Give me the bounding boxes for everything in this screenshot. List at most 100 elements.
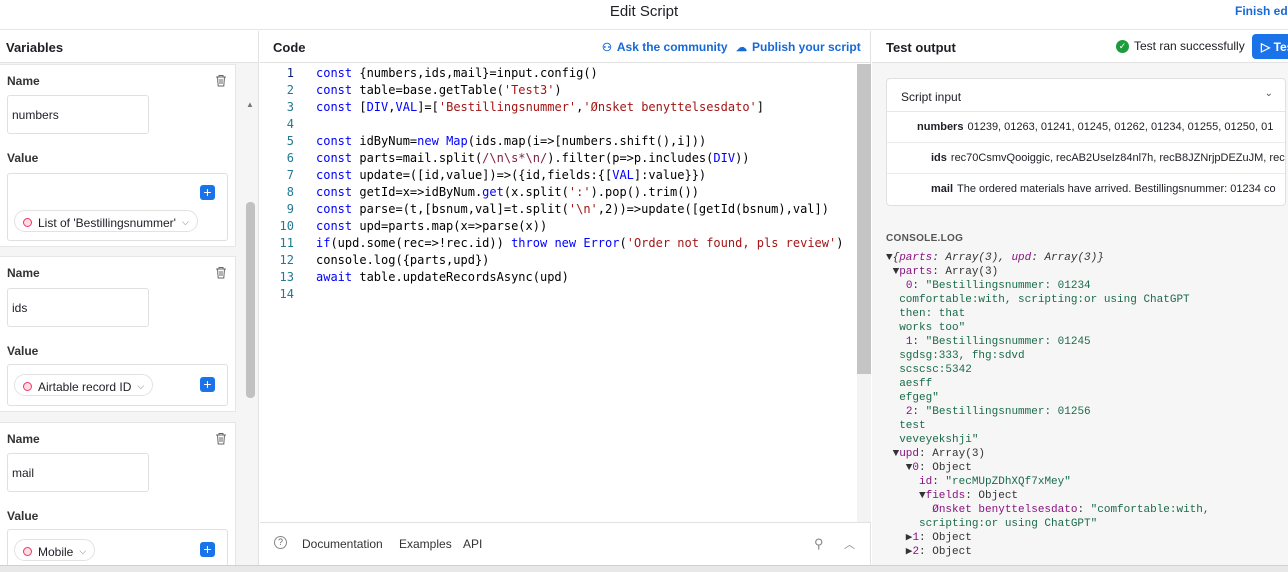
variable-value-field[interactable]: + Mobile ⌵ (7, 529, 228, 565)
documentation-tab[interactable]: Documentation (302, 537, 383, 551)
input-value: The ordered materials have arrived. Best… (957, 183, 1276, 195)
code-line[interactable]: const idByNum=new Map(ids.map(i=>[number… (316, 134, 706, 148)
input-key: mail (931, 183, 954, 195)
finish-editing-button[interactable]: Finish editing (1235, 4, 1288, 18)
code-panel: Code ⚇ Ask the community ☁ Publish your sc… (260, 31, 871, 565)
value-label: Value (7, 509, 39, 523)
script-input-row: ids rec70CsmvQooiggic, recAB2UseIz84nl7h,… (887, 143, 1285, 174)
variable-name-input[interactable]: numbers (7, 95, 149, 134)
script-input-row: numbers 01239, 01263, 01241, 01245, 01262… (887, 112, 1285, 143)
scroll-up-icon[interactable]: ▲ (246, 100, 254, 109)
trash-icon[interactable] (215, 74, 227, 87)
code-line[interactable]: const update=([id,value])=>({id,fields:{… (316, 168, 706, 182)
variable-name-input[interactable]: ids (7, 288, 149, 327)
variable-card: Name ids Value + Airtable record ID ⌵ (0, 256, 236, 412)
bottom-bar (0, 565, 1288, 572)
test-output-panel: Test output ✓ Test ran successfully ▷ Te… (872, 31, 1288, 565)
line-number: 10 (279, 219, 294, 233)
line-number: 4 (286, 117, 294, 131)
publish-script-link[interactable]: ☁ Publish your script (736, 40, 861, 54)
variable-value-field[interactable]: + List of 'Bestillingsnummer' ⌵ (7, 173, 228, 241)
status-badge: ✓ Test ran successfully (1116, 39, 1245, 53)
value-token[interactable]: Mobile ⌵ (14, 539, 96, 561)
value-label: Value (7, 344, 39, 358)
code-line[interactable]: console.log({parts,upd}) (316, 253, 489, 267)
search-icon[interactable]: ⚲ (814, 536, 824, 552)
test-output-title: Test output (886, 40, 956, 55)
value-token[interactable]: List of 'Bestillingsnummer' ⌵ (14, 210, 198, 232)
script-input-row: mail The ordered materials have arrived. … (887, 174, 1285, 205)
line-number: 7 (286, 168, 294, 182)
input-key: numbers (917, 121, 964, 133)
line-number: 5 (286, 134, 294, 148)
publish-icon: ☁ (736, 42, 747, 54)
code-line[interactable]: const [DIV,VAL]=['Bestillingsnummer','Øn… (316, 100, 764, 114)
help-icon[interactable]: ? (274, 536, 287, 549)
code-line[interactable]: const upd=parts.map(x=>parse(x)) (316, 219, 547, 233)
line-number: 14 (279, 287, 294, 301)
input-value: rec70CsmvQooiggic, recAB2UseIz84nl7h, re… (950, 152, 1285, 164)
check-icon: ✓ (1116, 39, 1129, 53)
code-line[interactable]: const parts=mail.split(/\n\s*\n/).filter… (316, 151, 750, 165)
top-bar: Edit Script Finish editing (0, 0, 1288, 30)
script-input-section: Script input ⌄ numbers 01239, 01263, 0124… (886, 78, 1286, 206)
name-label: Name (7, 74, 40, 88)
variables-title: Variables (0, 31, 258, 63)
test-output-header: Test output ✓ Test ran successfully ▷ Te… (872, 31, 1288, 63)
add-value-button[interactable]: + (200, 377, 215, 392)
scrollbar-thumb[interactable] (857, 64, 871, 374)
ask-community-link[interactable]: ⚇ Ask the community (602, 40, 728, 54)
input-value: 01239, 01263, 01241, 01245, 01262, 01234… (967, 121, 1274, 133)
code-title: Code (273, 40, 306, 55)
api-tab[interactable]: API (463, 537, 482, 551)
variables-scrollbar[interactable]: ▲ ▼ (245, 98, 256, 565)
chevron-down-icon: ⌵ (137, 381, 145, 391)
line-number: 1 (286, 66, 294, 80)
scrollbar-thumb[interactable] (246, 202, 255, 398)
code-editor[interactable]: 1 const {numbers,ids,mail}=input.config()… (260, 64, 871, 522)
code-line[interactable]: if(upd.some(rec=>!rec.id)) throw new Err… (316, 236, 843, 250)
code-line[interactable]: const parse=(t,[bsnum,val]=t.split('\n',… (316, 202, 829, 216)
code-footer: ? Documentation Examples API ⚲ ︿ (260, 522, 871, 565)
code-line[interactable]: const {numbers,ids,mail}=input.config() (316, 66, 598, 80)
code-header: Code ⚇ Ask the community ☁ Publish your sc… (260, 31, 870, 63)
variable-value-field[interactable]: + Airtable record ID ⌵ (7, 364, 228, 406)
code-scrollbar[interactable] (857, 64, 871, 522)
script-input-header[interactable]: Script input ⌄ (887, 79, 1285, 112)
input-key: ids (931, 152, 947, 164)
code-line[interactable]: const getId=x=>idByNum.get(x.split(':').… (316, 185, 699, 199)
name-label: Name (7, 432, 40, 446)
value-token-label: Mobile (38, 544, 74, 559)
console-log-output[interactable]: ▼{parts: Array(3), upd: Array(3)} ▼parts… (886, 251, 1286, 559)
status-text: Test ran successfully (1134, 39, 1245, 53)
line-number: 9 (286, 202, 294, 216)
code-line[interactable]: const table=base.getTable('Test3') (316, 83, 562, 97)
script-input-title: Script input (901, 90, 962, 104)
examples-tab[interactable]: Examples (399, 537, 452, 551)
code-line[interactable]: await table.updateRecordsAsync(upd) (316, 270, 569, 284)
trash-icon[interactable] (215, 266, 227, 279)
line-number: 2 (286, 83, 294, 97)
value-token-label: List of 'Bestillingsnummer' (38, 215, 176, 230)
add-value-button[interactable]: + (200, 185, 215, 200)
variable-card: Name mail Value + Mobile ⌵ (0, 422, 236, 565)
value-token-label: Airtable record ID (38, 379, 132, 394)
publish-script-label: Publish your script (752, 40, 861, 54)
value-token[interactable]: Airtable record ID ⌵ (14, 374, 154, 396)
line-number: 11 (279, 236, 294, 250)
name-label: Name (7, 266, 40, 280)
line-number: 6 (286, 151, 294, 165)
variable-name-input[interactable]: mail (7, 453, 149, 492)
variables-panel: Variables Name numbers Value + List of '… (0, 31, 259, 565)
page-title: Edit Script (609, 3, 679, 20)
add-value-button[interactable]: + (200, 542, 215, 557)
chevron-down-icon[interactable]: ⌄ (1265, 88, 1273, 99)
token-dot-icon (23, 218, 32, 227)
test-button[interactable]: ▷ Test (1252, 34, 1288, 59)
ask-community-label: Ask the community (616, 40, 728, 54)
test-button-label: Test (1273, 40, 1288, 54)
line-number: 8 (286, 185, 294, 199)
trash-icon[interactable] (215, 432, 227, 445)
chevron-up-icon[interactable]: ︿ (844, 536, 855, 552)
community-icon: ⚇ (602, 42, 612, 54)
